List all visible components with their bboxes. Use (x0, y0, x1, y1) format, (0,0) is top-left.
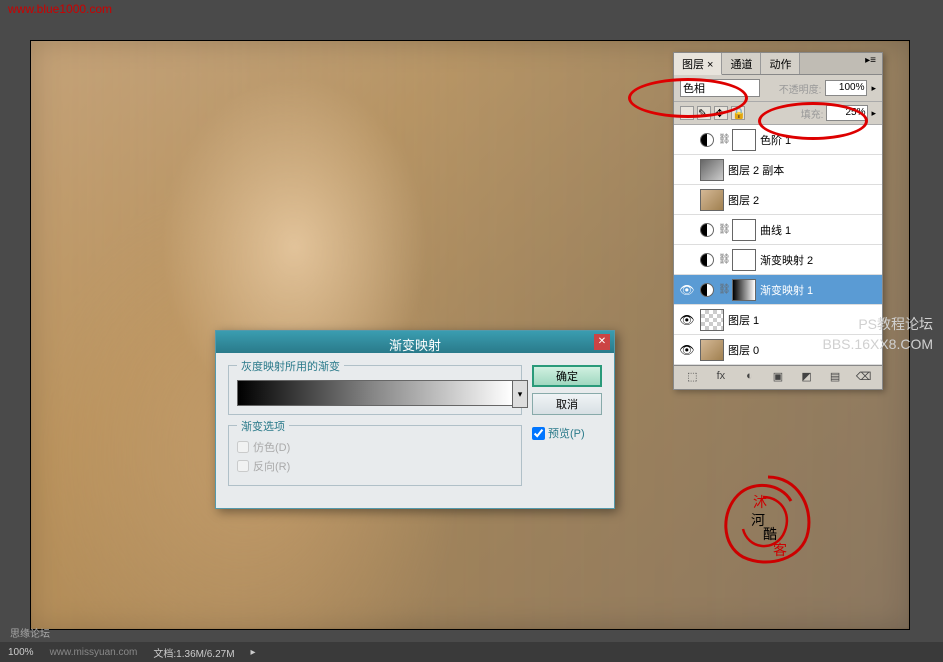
layer-thumbnail[interactable] (732, 219, 756, 241)
layer-thumbnail[interactable] (700, 189, 724, 211)
panel-action-icon[interactable]: fx (712, 370, 730, 386)
zoom-level[interactable]: 100% (8, 647, 34, 658)
link-icon: ⛓ (718, 224, 728, 235)
ok-button[interactable]: 确定 (532, 365, 602, 387)
checkbox-input[interactable] (237, 460, 249, 472)
layer-thumbnail[interactable] (732, 129, 756, 151)
lock-all-icon[interactable]: 🔒 (731, 106, 745, 120)
tab-channels[interactable]: 通道 (722, 53, 761, 74)
watermark-top-url: www.blue1000.com (8, 2, 112, 16)
visibility-eye-icon[interactable]: 👁 (678, 341, 696, 359)
group-label: 灰度映射所用的渐变 (237, 358, 344, 374)
adjustment-icon (700, 283, 714, 297)
gradient-dropdown-icon[interactable]: ▾ (512, 380, 528, 408)
layer-thumbnail[interactable] (700, 159, 724, 181)
layer-name[interactable]: 图层 2 (728, 192, 878, 208)
panel-action-icon[interactable]: ▣ (769, 370, 787, 386)
lock-row: ✎ ✥ 🔒 填充: 25% ▸ (674, 102, 882, 125)
watermark-text: PS教程论坛 (823, 315, 934, 335)
blend-mode-row: 色相 不透明度: 100% ▸ (674, 75, 882, 102)
status-flyout-icon[interactable]: ▸ (251, 647, 256, 658)
layer-row[interactable]: ⛓ 渐变映射 2 (674, 245, 882, 275)
panel-action-icon[interactable]: ⬚ (683, 370, 701, 386)
layer-row[interactable]: 图层 2 副本 (674, 155, 882, 185)
watermark-right: PS教程论坛 BBS.16XX8.COM (823, 315, 934, 354)
layer-name[interactable]: 渐变映射 1 (760, 282, 878, 298)
fill-input[interactable]: 25% (826, 105, 868, 121)
checkbox-input[interactable] (237, 441, 249, 453)
preview-checkbox[interactable]: 预览(P) (532, 425, 602, 441)
group-label: 渐变选项 (237, 418, 289, 434)
tab-actions[interactable]: 动作 (761, 53, 800, 74)
svg-text:酷: 酷 (763, 526, 777, 542)
panel-action-icon[interactable]: ◩ (798, 370, 816, 386)
watermark-url: www.missyuan.com (50, 647, 138, 658)
layer-thumbnail[interactable] (732, 249, 756, 271)
fill-label: 填充: (801, 106, 824, 121)
svg-text:沐: 沐 (753, 494, 767, 510)
watermark-text: BBS.16XX8.COM (823, 335, 934, 355)
tab-layers[interactable]: 图层 × (674, 53, 722, 75)
close-icon[interactable]: ✕ (594, 334, 610, 350)
visibility-eye-icon[interactable] (678, 191, 696, 209)
visibility-eye-icon[interactable] (678, 131, 696, 149)
lock-transparency-icon[interactable] (680, 106, 694, 120)
checkbox-input[interactable] (532, 427, 545, 440)
options-group: 渐变选项 仿色(D) 反向(R) (228, 425, 522, 486)
layer-row[interactable]: 👁 ⛓ 渐变映射 1 (674, 275, 882, 305)
opacity-input[interactable]: 100% (825, 80, 867, 96)
layer-thumbnail[interactable] (732, 279, 756, 301)
watermark-bottom: 思缘论坛 (10, 625, 50, 640)
checkbox-label: 仿色(D) (253, 439, 290, 455)
layer-row[interactable]: 图层 2 (674, 185, 882, 215)
layer-name[interactable]: 色阶 1 (760, 132, 878, 148)
visibility-eye-icon[interactable] (678, 251, 696, 269)
opacity-label: 不透明度: (779, 81, 822, 96)
opacity-flyout-icon[interactable]: ▸ (871, 83, 876, 94)
panel-action-icon[interactable]: ◐ (740, 370, 758, 386)
layer-name[interactable]: 曲线 1 (760, 222, 878, 238)
layer-thumbnail[interactable] (700, 309, 724, 331)
dither-checkbox[interactable]: 仿色(D) (237, 439, 513, 455)
gradient-map-dialog: 渐变映射 ✕ 灰度映射所用的渐变 ▾ 渐变选项 仿色(D) 反向(R) (215, 330, 615, 509)
link-icon: ⛓ (718, 284, 728, 295)
layer-thumbnail[interactable] (700, 339, 724, 361)
layer-name[interactable]: 渐变映射 2 (760, 252, 878, 268)
status-bar: 100% www.missyuan.com 文档:1.36M/6.27M ▸ (0, 642, 943, 662)
document-size: 文档:1.36M/6.27M (153, 645, 234, 660)
svg-text:客: 客 (773, 542, 787, 558)
annotation-signature: 沐 河 酷 客 (713, 467, 823, 577)
dialog-titlebar[interactable]: 渐变映射 ✕ (216, 331, 614, 353)
gradient-group: 灰度映射所用的渐变 ▾ (228, 365, 522, 415)
adjustment-icon (700, 133, 714, 147)
visibility-eye-icon[interactable] (678, 221, 696, 239)
lock-pixels-icon[interactable]: ✎ (697, 106, 711, 120)
link-icon: ⛓ (718, 254, 728, 265)
panel-action-icon[interactable]: ▤ (826, 370, 844, 386)
link-icon: ⛓ (718, 134, 728, 145)
visibility-eye-icon[interactable]: 👁 (678, 311, 696, 329)
gradient-preview[interactable]: ▾ (237, 380, 513, 406)
blend-mode-select[interactable]: 色相 (680, 79, 760, 97)
panel-bottom-buttons: ⬚ fx ◐ ▣ ◩ ▤ ⌫ (674, 365, 882, 389)
adjustment-icon (700, 253, 714, 267)
cancel-button[interactable]: 取消 (532, 393, 602, 415)
visibility-eye-icon[interactable] (678, 161, 696, 179)
visibility-eye-icon[interactable]: 👁 (678, 281, 696, 299)
layer-row[interactable]: ⛓ 曲线 1 (674, 215, 882, 245)
panel-menu-icon[interactable]: ▸≡ (859, 53, 882, 74)
dialog-title-text: 渐变映射 (389, 338, 441, 353)
layer-name[interactable]: 图层 2 副本 (728, 162, 878, 178)
adjustment-icon (700, 223, 714, 237)
checkbox-label: 预览(P) (548, 425, 585, 441)
reverse-checkbox[interactable]: 反向(R) (237, 458, 513, 474)
panel-action-icon[interactable]: ⌫ (855, 370, 873, 386)
checkbox-label: 反向(R) (253, 458, 290, 474)
layer-row[interactable]: ⛓ 色阶 1 (674, 125, 882, 155)
lock-position-icon[interactable]: ✥ (714, 106, 728, 120)
fill-flyout-icon[interactable]: ▸ (871, 108, 876, 119)
panel-tabs: 图层 × 通道 动作 ▸≡ (674, 53, 882, 75)
